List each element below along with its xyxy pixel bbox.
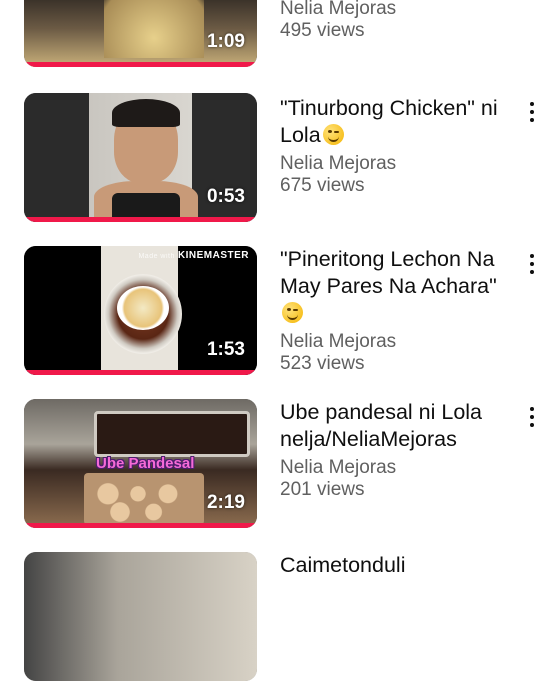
video-thumbnail[interactable]: 1:09 <box>24 0 257 67</box>
channel-name[interactable]: Nelia Mejoras <box>280 457 515 479</box>
video-duration: 0:53 <box>206 186 245 207</box>
bread-tray <box>84 473 204 525</box>
watermark-prefix: Made with <box>138 253 175 260</box>
channel-name[interactable]: Nelia Mejoras <box>280 331 515 353</box>
video-info: "Pineritong Lechon Na May Pares Na Achar… <box>280 246 515 375</box>
watched-progress-bar <box>24 523 257 528</box>
video-thumbnail[interactable] <box>24 552 257 681</box>
video-duration: 2:19 <box>206 492 245 513</box>
view-count: 495 views <box>280 20 365 41</box>
more-options-icon[interactable] <box>522 404 542 430</box>
wink-emoji-icon <box>282 302 303 323</box>
video-title-text: "Tinurbong Chicken" ni Lola <box>280 96 498 147</box>
video-thumbnail[interactable]: Ube Pandesal 2:19 <box>24 399 257 528</box>
video-title[interactable]: "Tinurbong Chicken" ni Lola <box>280 95 515 149</box>
video-title[interactable]: Caimetonduli <box>280 552 515 579</box>
video-duration: 1:09 <box>206 31 245 52</box>
video-info: "Tinurbong Chicken" ni Lola Nelia Mejora… <box>280 95 515 197</box>
wink-emoji-icon <box>322 124 344 145</box>
view-count: 201 views <box>280 479 365 500</box>
watched-progress-bar <box>24 217 257 222</box>
person-hair <box>112 99 180 127</box>
thumbnail-overlay-text: Ube Pandesal <box>96 455 195 472</box>
video-title[interactable]: Ube pandesal ni Lola nelja/NeliaMejoras <box>280 399 515 453</box>
more-options-icon[interactable] <box>522 99 542 125</box>
more-options-icon[interactable] <box>522 251 542 277</box>
video-info: Ube pandesal ni Lola nelja/NeliaMejoras … <box>280 399 515 501</box>
video-thumbnail[interactable]: Made with KINEMASTER 1:53 <box>24 246 257 375</box>
watched-progress-bar <box>24 370 257 375</box>
video-title-text: "Pineritong Lechon Na May Pares Na Achar… <box>280 247 497 298</box>
channel-name[interactable]: Nelia Mejoras <box>280 0 515 20</box>
view-count: 523 views <box>280 353 365 374</box>
channel-name[interactable]: Nelia Mejoras <box>280 153 515 175</box>
video-thumbnail[interactable]: 0:53 <box>24 93 257 222</box>
watched-progress-bar <box>24 62 257 67</box>
video-title[interactable]: "Pineritong Lechon Na May Pares Na Achar… <box>280 246 515 327</box>
video-info: Caimetonduli <box>280 552 515 579</box>
video-watermark: Made with KINEMASTER <box>138 250 249 261</box>
view-count: 675 views <box>280 175 365 196</box>
oven-window <box>94 411 250 457</box>
watermark-brand: KINEMASTER <box>177 250 249 261</box>
pan-shape <box>104 0 204 58</box>
video-info: Nelia Mejoras 495 views <box>280 0 515 42</box>
video-duration: 1:53 <box>206 339 245 360</box>
thumbnail-image <box>24 552 257 681</box>
bowl-shape <box>117 286 169 330</box>
